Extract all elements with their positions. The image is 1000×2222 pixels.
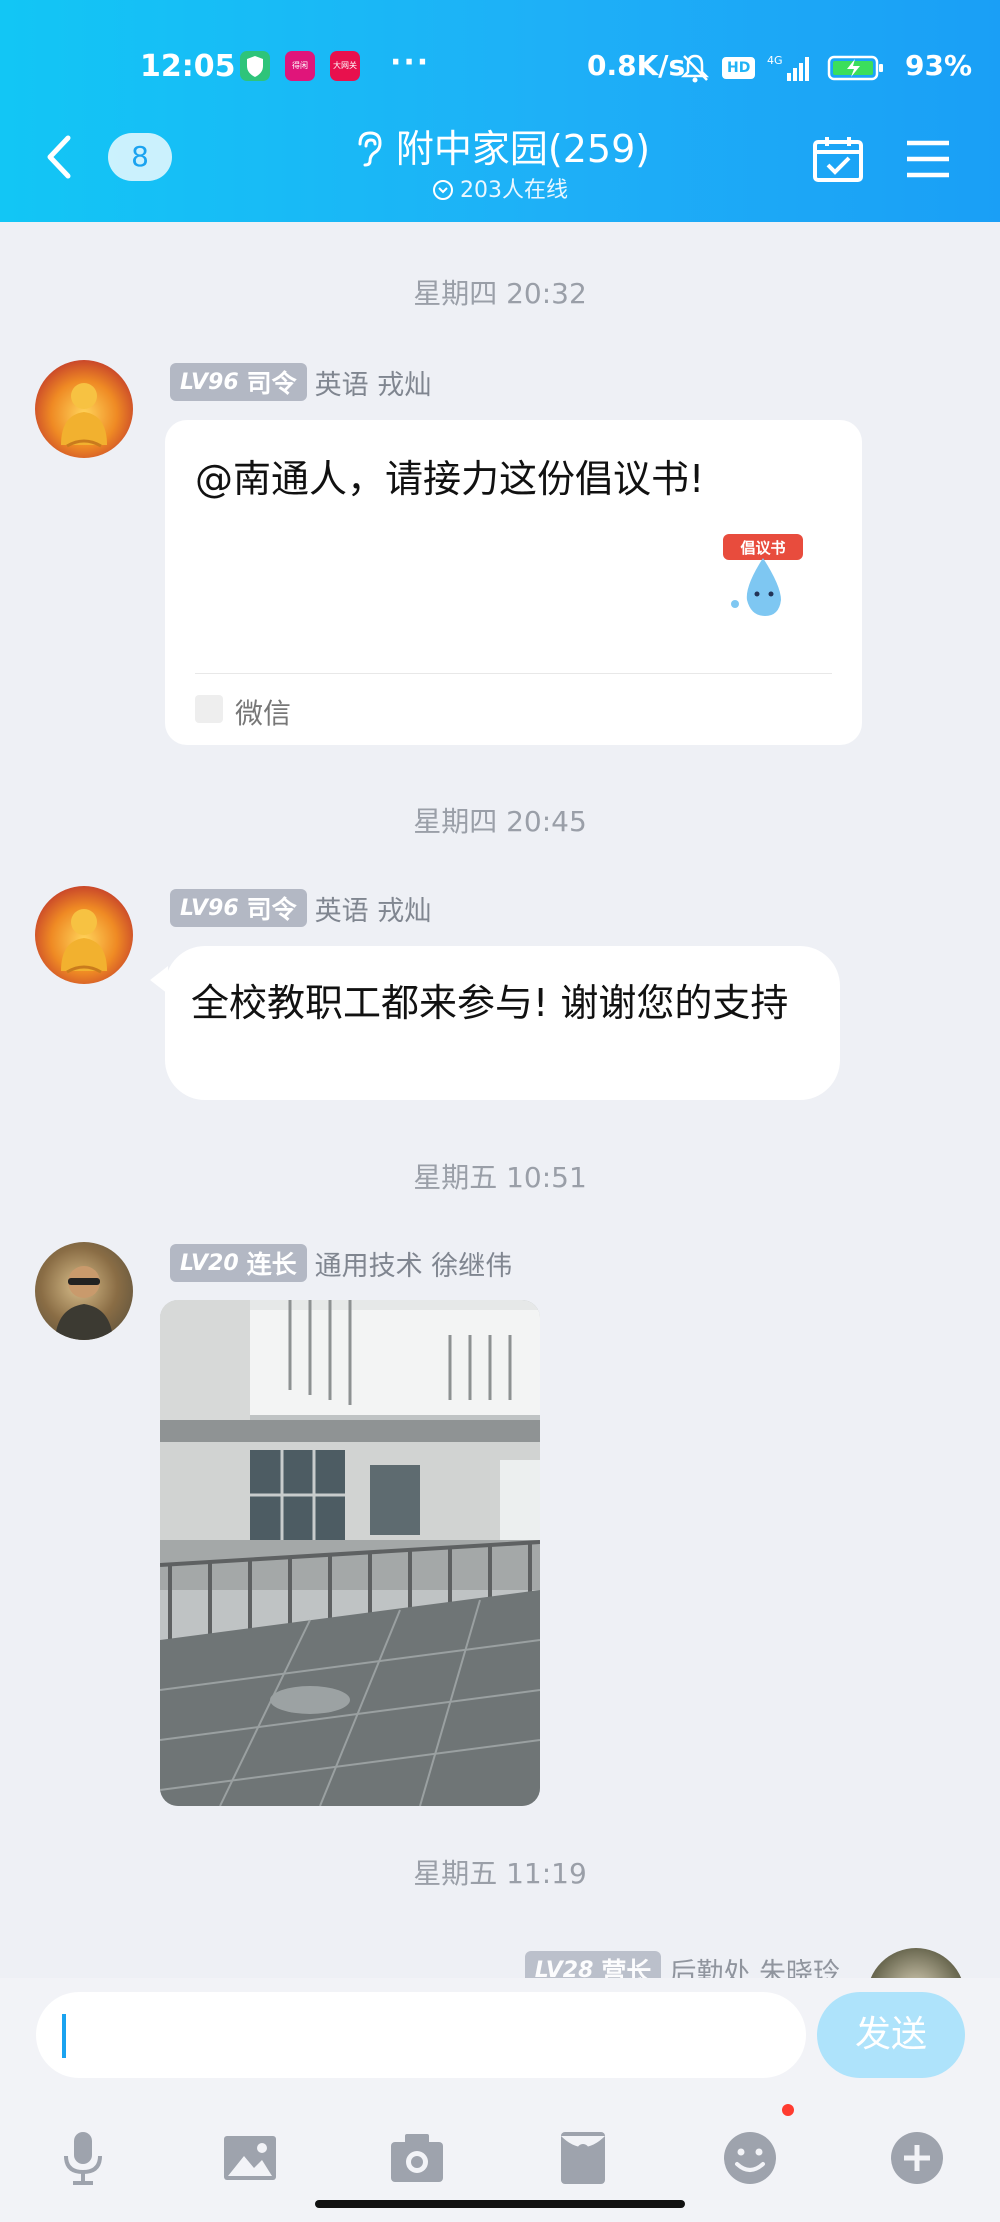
notification-dot xyxy=(782,2104,794,2116)
input-bar: 发送 xyxy=(0,1978,1000,2222)
timestamp: 星期四 20:32 xyxy=(413,277,587,310)
emoji-icon[interactable] xyxy=(720,2128,780,2188)
card-divider xyxy=(195,673,832,674)
message-input[interactable] xyxy=(36,1992,806,2078)
group-name: 附中家园(259) xyxy=(395,127,651,171)
timestamp: 星期四 20:45 xyxy=(413,805,587,838)
calendar-check-icon[interactable] xyxy=(812,134,864,184)
sender-name: 英语 戎灿 xyxy=(314,895,432,927)
hd-icon: HD xyxy=(722,57,756,79)
app-notification-icon-2: 大网关 xyxy=(330,51,360,81)
sender-name: 英语 戎灿 xyxy=(314,369,432,401)
plus-icon[interactable] xyxy=(887,2128,947,2188)
image-icon[interactable] xyxy=(220,2128,280,2188)
avatar[interactable] xyxy=(35,360,133,458)
mute-bell-icon xyxy=(680,54,710,83)
status-time: 12:05 xyxy=(140,49,236,84)
level-badge: LV20 连长 xyxy=(170,1244,307,1282)
battery-icon xyxy=(828,55,884,81)
sender-info: LV96 司令 英语 戎灿 xyxy=(170,888,431,928)
text-cursor xyxy=(62,2014,66,2058)
timestamp: 星期五 10:51 xyxy=(413,1161,587,1194)
card-title: @南通人，请接力这份倡议书! xyxy=(195,457,705,501)
online-count: 203人在线 xyxy=(460,178,568,203)
battery-percent: 93% xyxy=(905,49,973,82)
card-thumbnail: 倡议书 xyxy=(715,528,810,623)
camera-icon[interactable] xyxy=(387,2128,447,2188)
menu-icon[interactable] xyxy=(905,138,951,180)
share-card[interactable]: @南通人，请接力这份倡议书! 倡议书 微信 xyxy=(165,420,862,745)
level-badge: LV96 司令 xyxy=(170,889,307,927)
level-badge: LV96 司令 xyxy=(170,363,307,401)
wechat-icon xyxy=(195,695,223,723)
network-speed: 0.8K/s xyxy=(587,49,686,82)
more-notifications-icon: ··· xyxy=(390,45,431,80)
app-notification-icon: 得闲 xyxy=(285,51,315,81)
red-packet-icon[interactable] xyxy=(553,2128,613,2188)
message-bubble[interactable]: 全校教职工都来参与! 谢谢您的支持 xyxy=(165,946,840,1100)
message-text: 全校教职工都来参与! 谢谢您的支持 xyxy=(191,981,789,1025)
sender-info: LV96 司令 英语 戎灿 xyxy=(170,362,431,402)
mic-icon[interactable] xyxy=(53,2128,113,2188)
input-toolbar xyxy=(0,2128,1000,2198)
avatar[interactable] xyxy=(35,886,133,984)
shield-app-icon xyxy=(240,51,270,81)
timestamp: 星期五 11:19 xyxy=(413,1857,587,1890)
send-button[interactable]: 发送 xyxy=(817,1992,965,2078)
chat-header: 12:05 得闲 大网关 ··· 0.8K/s HD 4G 93% 8 附中家园… xyxy=(0,0,1000,222)
sender-info: LV20 连长 通用技术 徐继伟 xyxy=(170,1243,512,1283)
ear-icon xyxy=(358,131,382,167)
signal-label: 4G xyxy=(767,54,783,67)
status-bar: 12:05 得闲 大网关 ··· 0.8K/s HD 4G 93% xyxy=(0,45,1000,95)
avatar[interactable] xyxy=(35,1242,133,1340)
online-check-icon xyxy=(433,180,453,200)
image-message[interactable] xyxy=(160,1300,540,1806)
sender-name: 通用技术 徐继伟 xyxy=(314,1250,513,1282)
home-indicator[interactable] xyxy=(315,2200,685,2208)
signal-icon: 4G xyxy=(767,54,810,81)
card-source: 微信 xyxy=(235,697,292,730)
sticker-label: 倡议书 xyxy=(739,539,785,557)
